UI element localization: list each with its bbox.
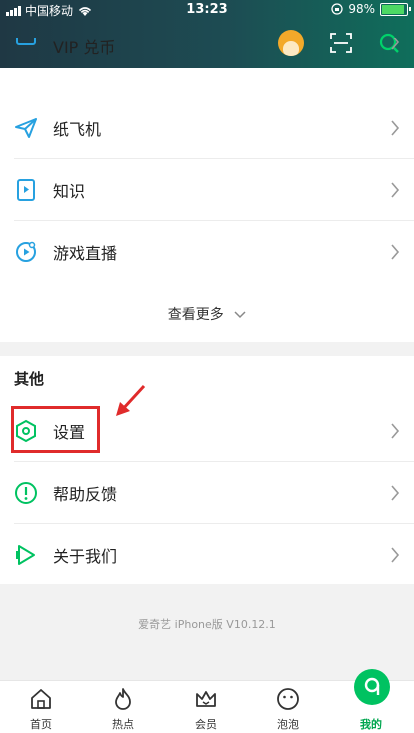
menu-item-about[interactable]: 关于我们 [0,524,414,585]
tab-vip[interactable]: 会员 [165,681,247,733]
chevron-right-icon [391,546,400,563]
menu-item-vip-partial[interactable]: VIP 兑币 [0,38,414,78]
tab-hot[interactable]: 热点 [82,681,164,733]
menu-item-label: VIP 兑币 [53,38,116,57]
menu-item-label: 游戏直播 [53,243,118,263]
tab-label: 我的 [360,718,382,731]
version-text: 爱奇艺 iPhone版 V10.12.1 [138,618,276,631]
menu-item-knowledge[interactable]: 知识 [0,159,414,220]
chevron-right-icon [391,484,400,501]
tab-label: 热点 [112,718,134,731]
chevron-right-icon [391,38,400,50]
other-card: 其他 设置 帮助反馈 关于我们 [0,356,414,584]
tab-bubble[interactable]: 泡泡 [247,681,329,733]
chevron-right-icon [391,422,400,439]
highlight-box [11,406,100,453]
tab-home[interactable]: 首页 [0,681,82,733]
tab-label: 泡泡 [277,718,299,731]
menu-item-label: 纸飞机 [53,119,102,139]
menu-item-paper-plane[interactable]: 纸飞机 [0,97,414,158]
chevron-down-icon [234,311,246,319]
tab-profile[interactable]: 我的 [330,669,412,733]
home-icon [31,689,51,709]
flame-icon [115,688,131,710]
paper-plane-icon [15,117,37,138]
help-icon [15,481,37,504]
chevron-right-icon [391,243,400,260]
menu-card: VIP 兑币 纸飞机 知识 游戏直播 查看更多 [0,38,414,342]
menu-item-game-live[interactable]: 游戏直播 [0,221,414,282]
menu-item-label: 知识 [53,181,86,201]
battery-percent: 98% [348,2,375,16]
game-live-icon [16,241,36,262]
profile-icon [354,669,390,705]
see-more-button[interactable]: 查看更多 [0,304,414,324]
battery-icon [380,2,411,16]
tab-bar: 首页 热点 会员 泡泡 我的 [0,669,414,733]
about-icon [16,544,35,565]
see-more-label: 查看更多 [167,307,224,323]
tab-label: 会员 [195,718,217,731]
menu-item-label: 关于我们 [53,546,118,566]
book-icon [17,178,35,201]
status-bar: 中国移动 13:23 98% [0,0,414,20]
menu-item-help[interactable]: 帮助反馈 [0,462,414,523]
section-title: 其他 [14,370,45,388]
status-right: 98% [331,2,411,16]
chevron-right-icon [391,119,400,136]
chevron-right-icon [391,181,400,198]
crown-icon [196,691,216,707]
tab-label: 首页 [30,718,52,731]
orientation-lock-icon [331,3,343,15]
annotation-arrow [116,384,146,416]
vip-icon [16,38,36,45]
bubble-icon [277,688,299,710]
menu-item-label: 帮助反馈 [53,484,118,504]
